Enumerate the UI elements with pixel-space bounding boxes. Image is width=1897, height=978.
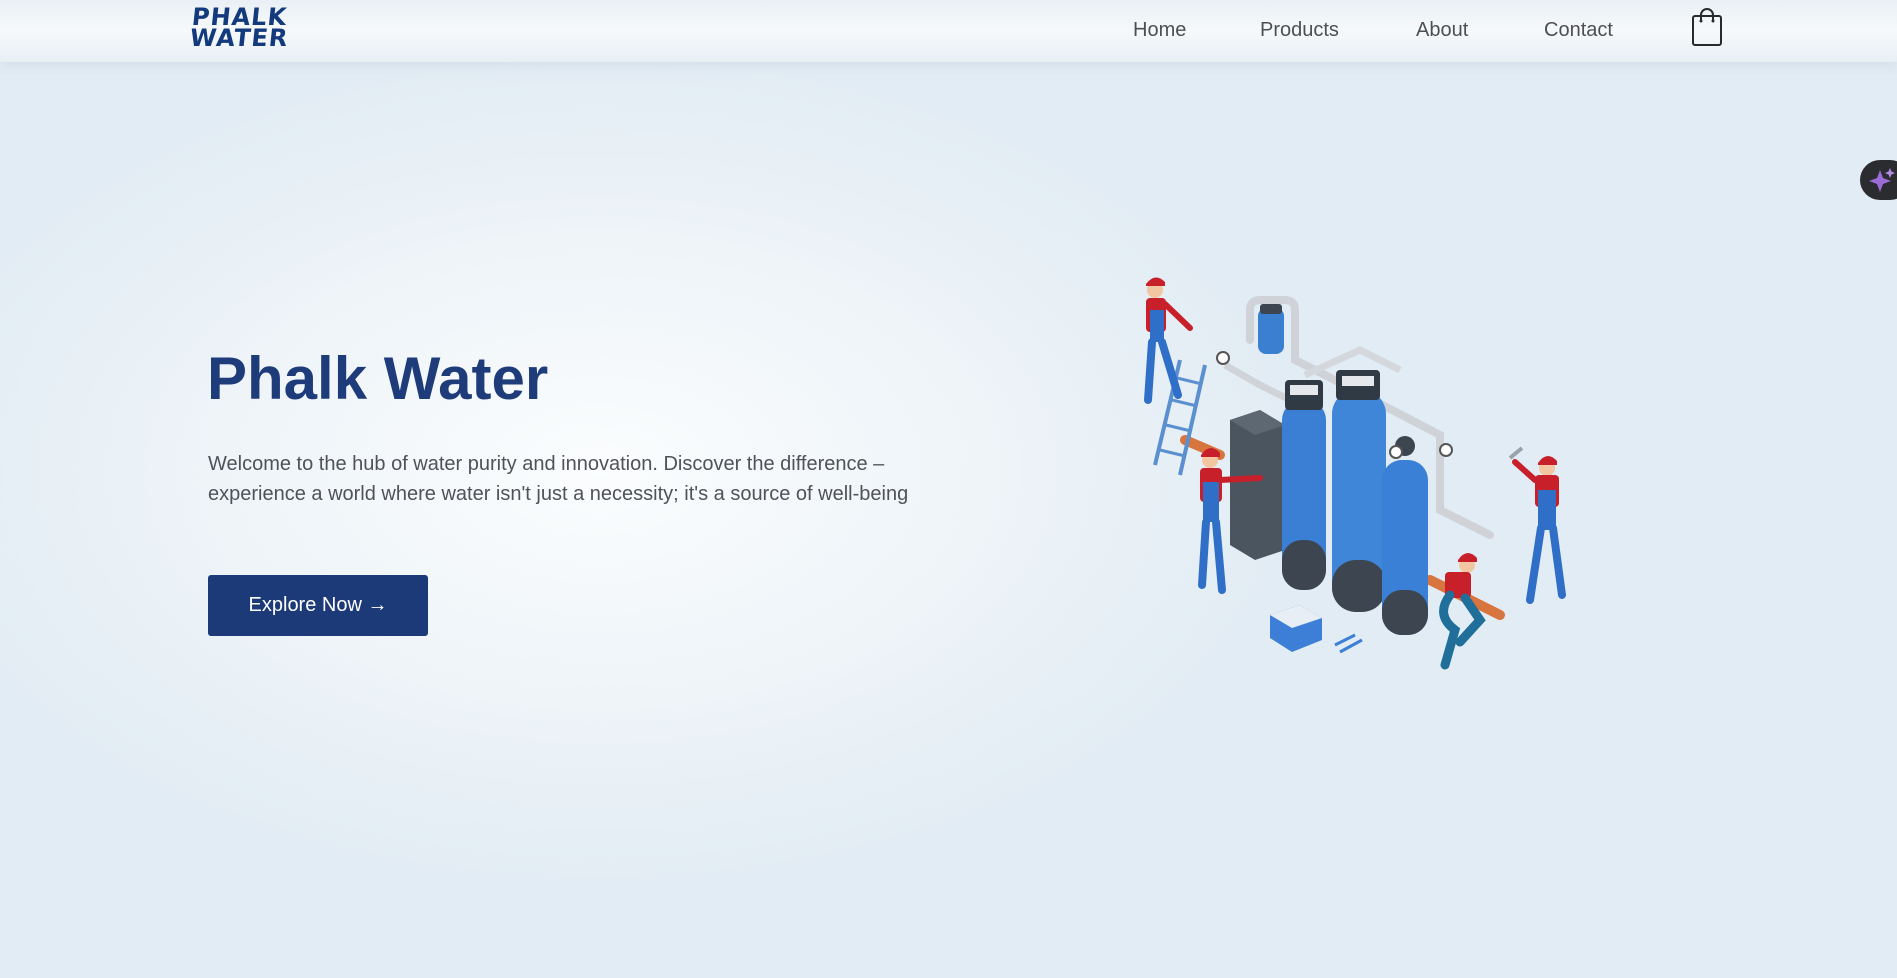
nav-link-home[interactable]: Home	[1133, 18, 1186, 42]
sparkles-icon	[1869, 168, 1895, 192]
nav-link-about[interactable]: About	[1416, 18, 1468, 42]
water-treatment-illustration	[1110, 270, 1580, 680]
nav-link-products[interactable]: Products	[1260, 18, 1339, 42]
nav-link-contact[interactable]: Contact	[1544, 18, 1613, 42]
logo-line-2: WATER	[188, 24, 290, 52]
explore-now-button[interactable]: Explore Now →	[208, 575, 428, 636]
hero-description: Welcome to the hub of water purity and i…	[208, 453, 909, 505]
ai-assistant-button[interactable]	[1860, 160, 1897, 200]
phalk-water-logo[interactable]: PHALK WATER	[188, 3, 314, 52]
hero-title: Phalk Water	[207, 345, 549, 412]
top-navbar: PHALK WATER Home Products About Contact	[0, 0, 1897, 62]
shopping-bag-icon[interactable]	[1689, 6, 1725, 48]
